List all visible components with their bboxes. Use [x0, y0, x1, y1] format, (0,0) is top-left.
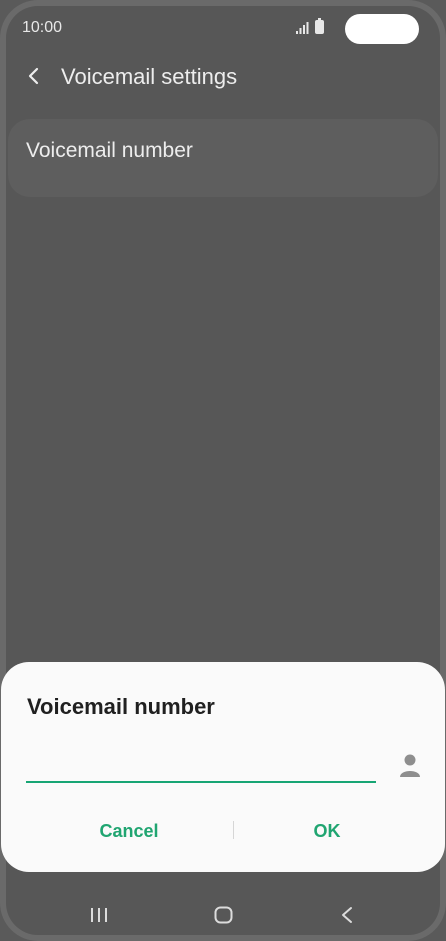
- settings-list: Voicemail number: [8, 119, 438, 197]
- camera-cutout: [345, 14, 419, 44]
- status-bar: 10:00: [0, 0, 446, 54]
- dialog-button-bar: Cancel OK: [1, 810, 445, 852]
- phone-screen: 10:00 Voicemail settings Voicemail numbe…: [0, 0, 446, 941]
- voicemail-number-input[interactable]: [26, 750, 376, 783]
- cancel-button[interactable]: Cancel: [29, 810, 229, 852]
- settings-item-voicemail-number[interactable]: Voicemail number: [26, 139, 193, 163]
- app-header: Voicemail settings: [0, 54, 446, 102]
- dialog-title: Voicemail number: [27, 694, 215, 719]
- battery-icon: [315, 18, 324, 34]
- recents-icon[interactable]: [90, 907, 108, 923]
- home-icon[interactable]: [214, 906, 233, 924]
- chevron-left-icon[interactable]: [24, 66, 44, 86]
- page-title: Voicemail settings: [61, 64, 238, 89]
- ok-button[interactable]: OK: [227, 810, 427, 852]
- back-icon[interactable]: [340, 906, 354, 924]
- signal-icon: [296, 22, 309, 34]
- status-time: 10:00: [22, 19, 63, 36]
- person-icon[interactable]: [400, 754, 420, 778]
- status-icons: [296, 18, 336, 36]
- navigation-bar: [0, 890, 446, 941]
- voicemail-number-field[interactable]: [26, 750, 376, 784]
